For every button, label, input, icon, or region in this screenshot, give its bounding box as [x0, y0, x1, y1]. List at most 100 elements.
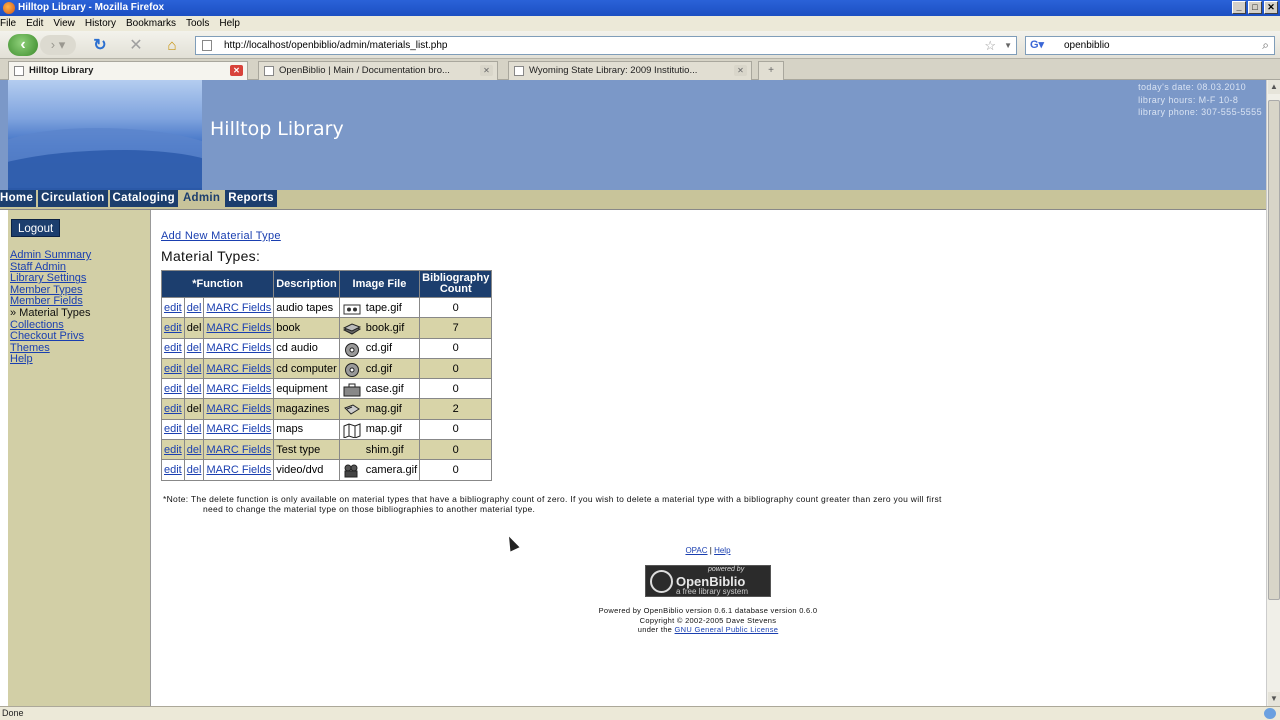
sidebar-item-checkout-privs[interactable]: Checkout Privs — [10, 331, 91, 343]
stop-button[interactable]: ✕ — [126, 34, 146, 56]
opac-link[interactable]: OPAC — [685, 546, 707, 555]
menu-file[interactable]: File — [0, 18, 16, 29]
delete-link[interactable]: del — [187, 342, 202, 354]
image-file-name: cd.gif — [365, 362, 393, 375]
image-file-cell: case.gif — [338, 378, 421, 400]
image-file-cell: cd.gif — [338, 337, 421, 359]
marc-fields-link[interactable]: MARC Fields — [206, 423, 271, 435]
maximize-button[interactable]: □ — [1248, 1, 1262, 14]
google-icon[interactable]: G▾ — [1030, 40, 1044, 51]
vertical-scrollbar[interactable]: ▲ ▼ — [1266, 80, 1280, 706]
reload-button[interactable]: ↻ — [90, 34, 110, 56]
marc-fields-link[interactable]: MARC Fields — [206, 302, 271, 314]
bibliography-count-cell: 0 — [419, 459, 493, 481]
marc-fields-link[interactable]: MARC Fields — [206, 363, 271, 375]
search-icon[interactable]: ⌕ — [1262, 37, 1269, 54]
delete-link[interactable]: del — [187, 444, 202, 456]
table-row: edit del MARC Fields equipment case.gif 0 — [161, 378, 493, 400]
library-nav-tabs: Home Circulation Cataloging Admin Report… — [0, 190, 1266, 207]
edit-link[interactable]: edit — [164, 464, 182, 476]
edit-link[interactable]: edit — [164, 444, 182, 456]
column-header-bibliography-count: Bibliography Count — [419, 270, 493, 298]
forward-button[interactable]: › ▾ — [40, 35, 76, 55]
tab-hilltop-library[interactable]: Hilltop Library ✕ — [8, 61, 248, 80]
tab-openbiblio-docs[interactable]: OpenBiblio | Main / Documentation bro...… — [258, 61, 498, 80]
cd-icon — [343, 342, 361, 357]
marc-fields-link[interactable]: MARC Fields — [206, 342, 271, 354]
tab-home[interactable]: Home — [0, 190, 37, 207]
flag-icon — [514, 66, 524, 76]
edit-link[interactable]: edit — [164, 322, 182, 334]
bibliography-count-cell: 0 — [419, 357, 493, 380]
column-header-description: Description — [273, 270, 340, 298]
marc-fields-link[interactable]: MARC Fields — [206, 464, 271, 476]
delete-link[interactable]: del — [187, 383, 202, 395]
tab-circulation[interactable]: Circulation — [38, 190, 108, 207]
scrollbar-thumb[interactable] — [1268, 100, 1280, 600]
new-tab-button[interactable]: + — [758, 61, 784, 80]
logout-button[interactable]: Logout — [11, 219, 61, 237]
footer-credits: Powered by OpenBiblio version 0.6.1 data… — [0, 606, 1266, 635]
bibliography-count-cell: 0 — [419, 439, 493, 461]
sidebar-item-help[interactable]: Help — [10, 354, 91, 366]
sidebar-item-admin-summary[interactable]: Admin Summary — [10, 249, 91, 262]
openbiblio-emblem-icon — [650, 570, 673, 593]
tape-icon — [343, 301, 361, 316]
tab-cataloging[interactable]: Cataloging — [109, 190, 178, 207]
tab-wyoming-library[interactable]: Wyoming State Library: 2009 Institutio..… — [508, 61, 752, 80]
edit-cell: edit — [161, 337, 185, 359]
back-button[interactable]: ‹ — [8, 34, 38, 56]
menu-view[interactable]: View — [53, 18, 75, 29]
edit-link[interactable]: edit — [164, 383, 182, 395]
delete-link[interactable]: del — [187, 302, 202, 314]
home-button[interactable]: ⌂ — [162, 34, 182, 56]
edit-link[interactable]: edit — [164, 363, 182, 375]
minimize-button[interactable]: _ — [1232, 1, 1246, 14]
footer-help-link[interactable]: Help — [714, 546, 730, 555]
note-line-2: need to change the material type on thos… — [203, 503, 536, 514]
menu-help[interactable]: Help — [219, 18, 240, 29]
table-row: edit del MARC Fields book book.gif 7 — [161, 317, 493, 339]
marc-cell: MARC Fields — [203, 418, 275, 441]
search-box[interactable]: G▾ openbiblio ⌕ — [1025, 36, 1275, 55]
tab-reports[interactable]: Reports — [225, 190, 277, 207]
cd-icon — [343, 362, 361, 377]
url-dropdown-icon[interactable]: ▼ — [1004, 37, 1012, 54]
title-bar: Hilltop Library - Mozilla Firefox _ □ ✕ — [0, 0, 1280, 16]
menu-tools[interactable]: Tools — [186, 18, 209, 29]
marc-fields-link[interactable]: MARC Fields — [206, 383, 271, 395]
edit-link[interactable]: edit — [164, 302, 182, 314]
edit-cell: edit — [161, 439, 185, 461]
scroll-up-icon[interactable]: ▲ — [1268, 80, 1280, 94]
tab-admin[interactable]: Admin — [179, 190, 224, 207]
window-controls: _ □ ✕ — [1232, 1, 1278, 14]
delete-link[interactable]: del — [187, 464, 202, 476]
magazine-icon — [343, 402, 361, 417]
edit-link[interactable]: edit — [164, 423, 182, 435]
close-tab-icon[interactable]: ✕ — [230, 65, 243, 76]
delete-link[interactable]: del — [187, 363, 202, 375]
column-header-function: *Function — [160, 270, 275, 298]
edit-link[interactable]: edit — [164, 403, 182, 415]
menu-history[interactable]: History — [85, 18, 116, 29]
add-material-type-link[interactable]: Add New Material Type — [161, 230, 281, 242]
close-window-button[interactable]: ✕ — [1264, 1, 1278, 14]
material-types-body: edit del MARC Fields audio tapes tape.gif 0 ed… — [161, 296, 493, 481]
table-row: edit del MARC Fields magazines mag.gif 2 — [161, 398, 493, 420]
openbiblio-logo[interactable]: powered by OpenBiblio a free library sys… — [645, 565, 771, 597]
menu-edit[interactable]: Edit — [26, 18, 43, 29]
gpl-link[interactable]: GNU General Public License — [675, 625, 779, 634]
marc-fields-link[interactable]: MARC Fields — [206, 403, 271, 415]
bookmark-star-icon[interactable]: ☆ — [984, 37, 996, 54]
marc-fields-link[interactable]: MARC Fields — [206, 322, 271, 334]
marc-fields-link[interactable]: MARC Fields — [206, 444, 271, 456]
menu-bookmarks[interactable]: Bookmarks — [126, 18, 176, 29]
edit-cell: edit — [161, 459, 185, 481]
edit-link[interactable]: edit — [164, 342, 182, 354]
scroll-down-icon[interactable]: ▼ — [1268, 692, 1280, 706]
image-file-name: book.gif — [365, 321, 405, 334]
url-bar[interactable]: http://localhost/openbiblio/admin/materi… — [195, 36, 1017, 55]
close-tab-icon[interactable]: ✕ — [734, 65, 747, 76]
delete-link[interactable]: del — [187, 423, 202, 435]
close-tab-icon[interactable]: ✕ — [480, 65, 493, 76]
